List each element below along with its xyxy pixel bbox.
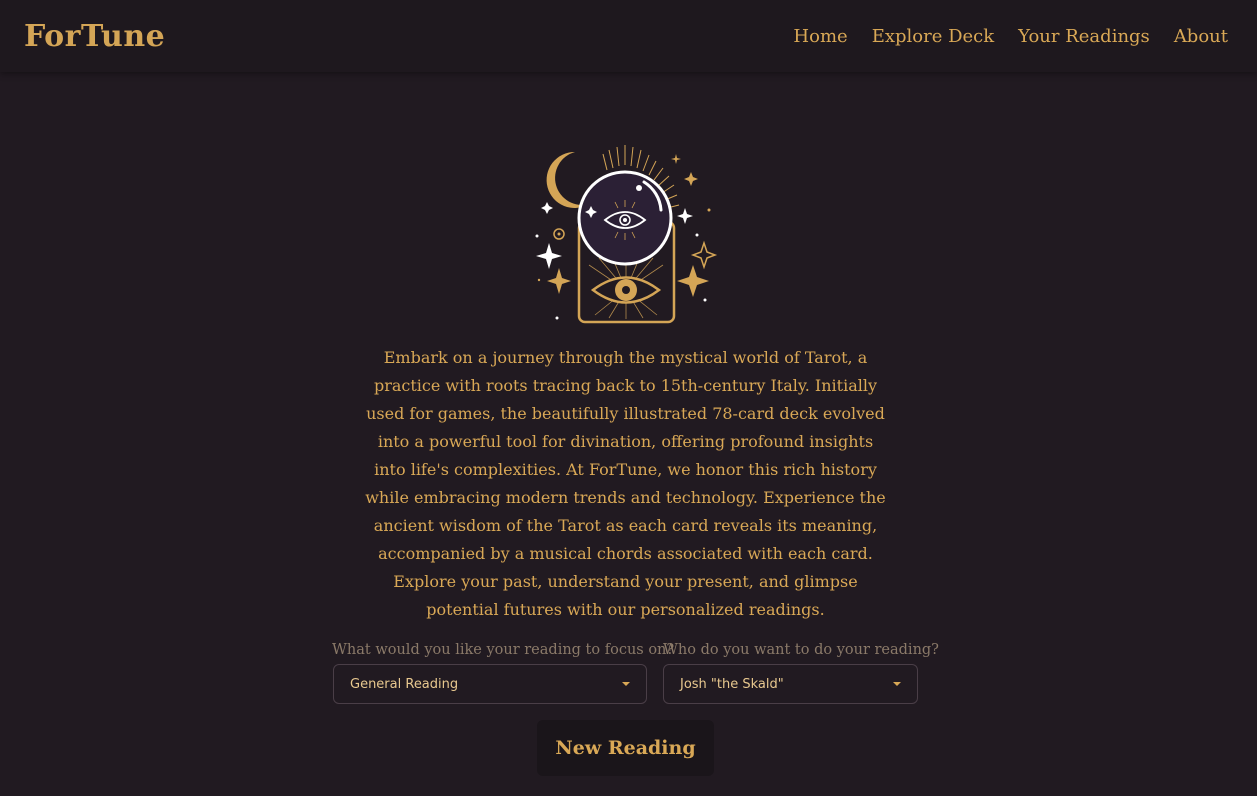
brand-logo[interactable]: ForTune: [24, 19, 165, 54]
nav-home[interactable]: Home: [793, 26, 847, 47]
chevron-down-icon: [893, 682, 901, 686]
nav-your-readings[interactable]: Your Readings: [1018, 26, 1150, 47]
sparkle-icon: [677, 208, 693, 224]
sparkle-icon: [671, 154, 681, 164]
new-reading-button[interactable]: New Reading: [537, 720, 714, 776]
sparkle-icon: [684, 172, 698, 186]
main-nav: Home Explore Deck Your Readings About: [793, 26, 1228, 47]
chevron-down-icon: [622, 682, 630, 686]
nav-explore-deck[interactable]: Explore Deck: [872, 26, 994, 47]
top-navbar: ForTune Home Explore Deck Your Readings …: [0, 0, 1257, 72]
reader-select-value: Josh "the Skald": [680, 676, 784, 692]
sparkle-icon: [690, 240, 718, 270]
intro-paragraph: Embark on a journey through the mystical…: [365, 348, 886, 619]
nav-about[interactable]: About: [1174, 26, 1228, 47]
tarot-crystal-ball-illustration: [535, 145, 718, 324]
sparkle-icon: [536, 243, 562, 269]
sparkle-icon: [547, 268, 571, 294]
reader-label: Who do you want to do your reading?: [663, 642, 939, 658]
sparkle-icon: [677, 265, 709, 297]
sparkle-icon: [541, 202, 553, 214]
focus-select-value: General Reading: [350, 676, 459, 692]
reader-select[interactable]: Josh "the Skald": [663, 664, 918, 704]
focus-label: What would you like your reading to focu…: [332, 642, 675, 658]
focus-select[interactable]: General Reading: [333, 664, 647, 704]
